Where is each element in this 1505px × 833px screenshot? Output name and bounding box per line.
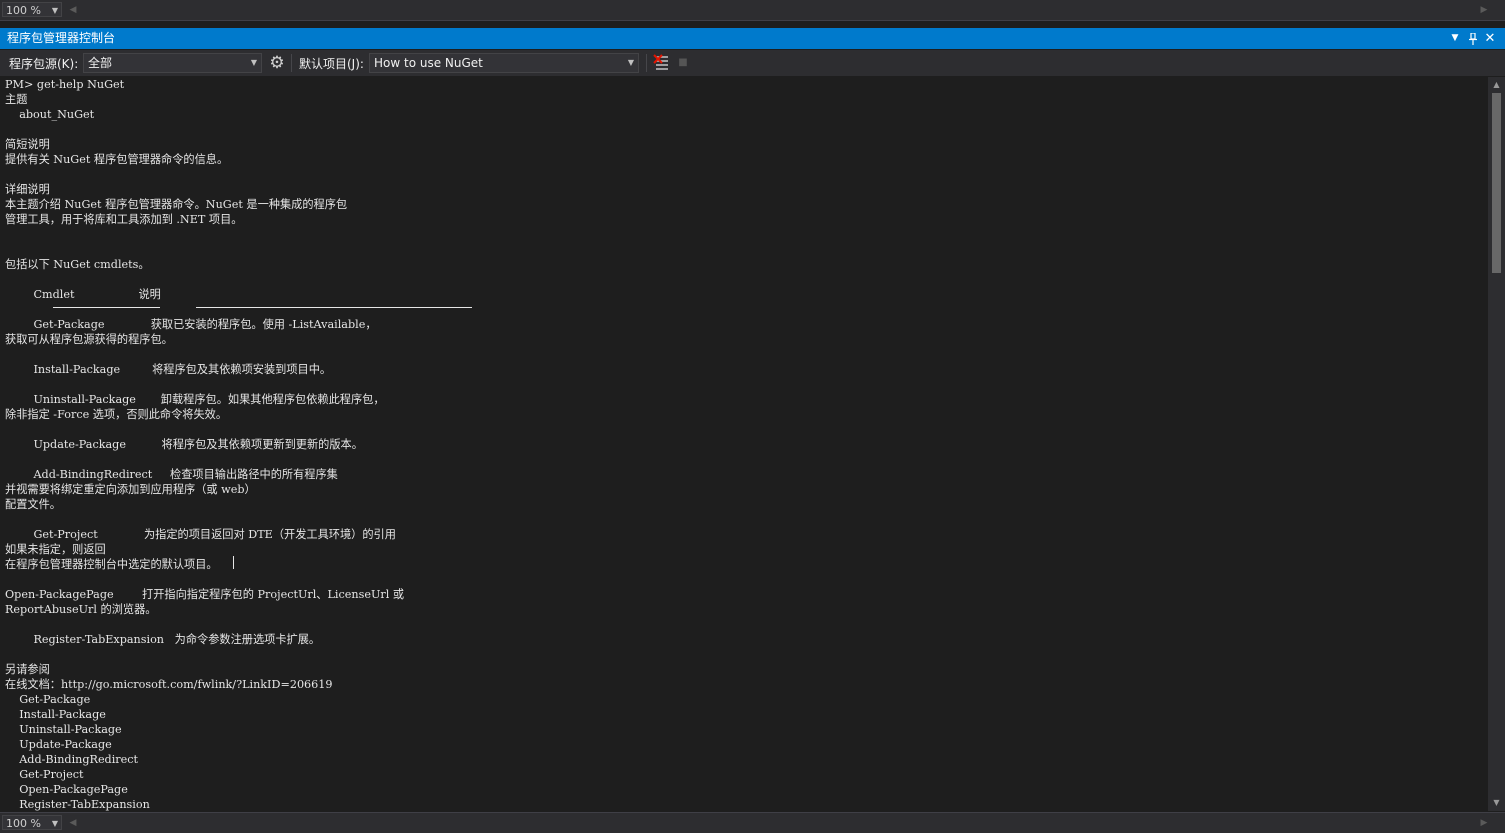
console-line: 在程序包管理器控制台中选定的默认项目。 xyxy=(5,558,218,571)
zoom-dropdown-top[interactable]: 100 % ▼ xyxy=(2,2,62,17)
close-icon[interactable]: ✕ xyxy=(1482,28,1498,49)
clear-console-icon[interactable] xyxy=(652,54,670,72)
pin-icon[interactable] xyxy=(1465,28,1481,49)
scroll-left-icon[interactable]: ◀ xyxy=(66,3,80,17)
console-line: Get-Package 获取已安装的程序包。使用 -ListAvailable， xyxy=(5,318,377,331)
console-line: Get-Project 为指定的项目返回对 DTE（开发工具环境）的引用 xyxy=(5,528,396,541)
console-line: 提供有关 NuGet 程序包管理器命令的信息。 xyxy=(5,153,229,166)
console-line: 获取可从程序包源获得的程序包。 xyxy=(5,333,173,346)
vertical-scrollbar[interactable]: ▲ ▼ xyxy=(1488,77,1505,811)
zoom-dropdown-bottom[interactable]: 100 % ▼ xyxy=(2,815,62,830)
default-project-dropdown[interactable]: How to use NuGet ▼ xyxy=(369,53,639,73)
default-project-value: How to use NuGet xyxy=(374,56,483,70)
console-output[interactable]: PM> get-help NuGet 主题 about_NuGet 简短说明提供有… xyxy=(0,77,1488,811)
console-line: Add-BindingRedirect xyxy=(5,753,139,766)
toolbar-separator xyxy=(646,54,647,72)
console-line: 本主题介绍 NuGet 程序包管理器命令。NuGet 是一种集成的程序包 xyxy=(5,198,348,211)
console-toolbar: 程序包源(K): 全部 ▼ ⚙ 默认项目(J): How to use NuGe… xyxy=(0,50,1505,76)
window-title: 程序包管理器控制台 xyxy=(7,31,116,45)
console-line: Register-TabExpansion 为命令参数注册选项卡扩展。 xyxy=(5,633,321,646)
chevron-down-icon: ▼ xyxy=(51,819,58,828)
console-line: 在线文档：http://go.microsoft.com/fwlink/?Lin… xyxy=(5,678,333,691)
console-line: 主题 xyxy=(5,93,28,106)
console-line: 管理工具，用于将库和工具添加到 .NET 项目。 xyxy=(5,213,243,226)
console-line: Install-Package 将程序包及其依赖项安装到项目中。 xyxy=(5,363,332,376)
console-line: Open-PackagePage 打开指向指定程序包的 ProjectUrl、L… xyxy=(5,588,405,601)
console-line: Get-Package xyxy=(5,693,91,706)
console-line: Cmdlet 说明 xyxy=(5,288,161,301)
stop-command-icon[interactable]: ■ xyxy=(674,54,692,72)
console-line: 并视需要将绑定重定向添加到应用程序（或 web） xyxy=(5,483,256,496)
console-line: 详细说明 xyxy=(5,183,50,196)
package-source-label: 程序包源(K): xyxy=(9,57,79,71)
console-line: 简短说明 xyxy=(5,138,50,151)
scroll-right-icon[interactable]: ▶ xyxy=(1477,816,1491,830)
package-source-dropdown[interactable]: 全部 ▼ xyxy=(83,53,262,73)
console-line: PM> get-help NuGet xyxy=(5,78,125,91)
scroll-up-icon[interactable]: ▲ xyxy=(1488,78,1505,92)
tool-window-titlebar: 程序包管理器控制台 ▼ ✕ xyxy=(0,28,1505,49)
console-line: 除非指定 -Force 选项，否则此命令将失效。 xyxy=(5,408,228,421)
console-line: Uninstall-Package 卸载程序包。如果其他程序包依赖此程序包， xyxy=(5,393,385,406)
console-line: about_NuGet xyxy=(5,108,95,121)
settings-gear-icon[interactable]: ⚙ xyxy=(268,54,286,72)
text-caret xyxy=(233,556,234,569)
chevron-down-icon: ▼ xyxy=(250,58,257,67)
horizontal-scrollbar-bottom[interactable]: ◀ ▶ xyxy=(66,816,1491,830)
console-line: ReportAbuseUrl 的浏览器。 xyxy=(5,603,157,616)
console-line: 如果未指定，则返回 xyxy=(5,543,106,556)
chevron-down-icon: ▼ xyxy=(627,58,634,67)
console-line: 配置文件。 xyxy=(5,498,61,511)
package-source-value: 全部 xyxy=(88,56,113,70)
scroll-left-icon[interactable]: ◀ xyxy=(66,816,80,830)
table-underline-cmdlet xyxy=(53,307,160,308)
scroll-right-icon[interactable]: ▶ xyxy=(1477,3,1491,17)
default-project-label: 默认项目(J): xyxy=(299,57,364,71)
console-line: Uninstall-Package xyxy=(5,723,122,736)
scrollbar-thumb[interactable] xyxy=(1492,93,1501,273)
top-zoom-bar: 100 % ▼ ◀ ▶ xyxy=(0,0,1505,21)
console-text: PM> get-help NuGet 主题 about_NuGet 简短说明提供有… xyxy=(0,77,1488,811)
scroll-down-icon[interactable]: ▼ xyxy=(1488,796,1505,810)
console-line: Add-BindingRedirect 检查项目输出路径中的所有程序集 xyxy=(5,468,338,481)
console-line: Update-Package 将程序包及其依赖项更新到更新的版本。 xyxy=(5,438,363,451)
console-line: 包括以下 NuGet cmdlets。 xyxy=(5,258,150,271)
console-line: Register-TabExpansion xyxy=(5,798,150,811)
window-menu-icon[interactable]: ▼ xyxy=(1447,28,1463,49)
bottom-zoom-bar: 100 % ▼ ◀ ▶ xyxy=(0,812,1505,833)
console-line: Open-PackagePage xyxy=(5,783,128,796)
console-line: Update-Package xyxy=(5,738,112,751)
console-line: Install-Package xyxy=(5,708,106,721)
horizontal-scrollbar-top[interactable]: ◀ ▶ xyxy=(66,3,1491,17)
table-underline-description xyxy=(196,307,472,308)
console-line: 另请参阅 xyxy=(5,663,50,676)
zoom-value: 100 % xyxy=(6,817,41,830)
toolbar-separator xyxy=(291,54,292,72)
chevron-down-icon: ▼ xyxy=(51,6,58,15)
console-line: Get-Project xyxy=(5,768,84,781)
zoom-value: 100 % xyxy=(6,4,41,17)
